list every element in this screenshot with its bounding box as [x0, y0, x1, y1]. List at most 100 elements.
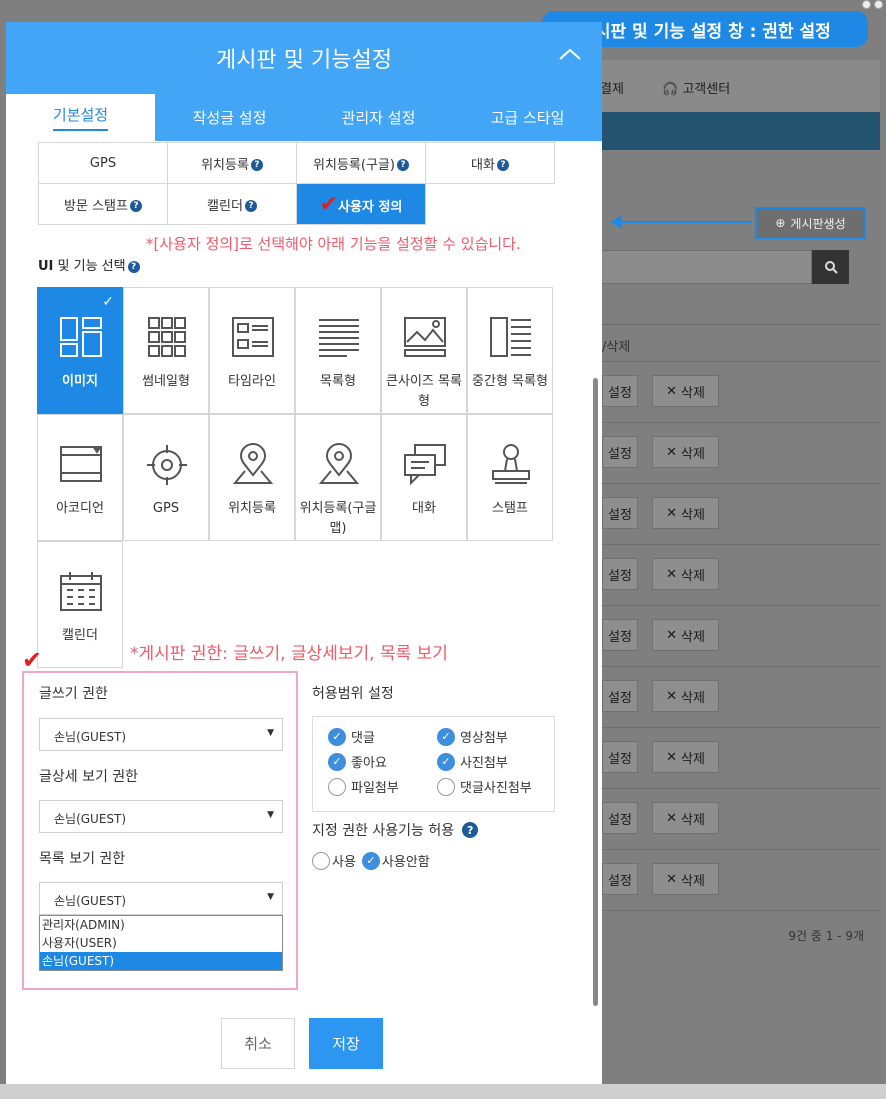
help-icon[interactable]: ?	[127, 260, 140, 273]
row-delete-button[interactable]: ✕ 삭제	[652, 375, 719, 407]
row-setting-button[interactable]: 설정	[602, 436, 638, 468]
feature-location-google[interactable]: 위치등록(구글)?	[296, 142, 426, 184]
option-admin[interactable]: 관리자(ADMIN)	[40, 916, 282, 934]
scope-checkbox[interactable]: 파일첨부	[328, 777, 399, 796]
close-icon: ✕	[666, 627, 677, 643]
row-delete-button[interactable]: ✕ 삭제	[652, 436, 719, 468]
row-setting-button[interactable]: 설정	[602, 802, 638, 834]
medium-list-icon	[490, 317, 531, 357]
row-delete-button[interactable]: ✕ 삭제	[652, 619, 719, 651]
row-setting-button[interactable]: 설정	[602, 741, 638, 773]
ui-tile[interactable]: 위치등록	[209, 414, 295, 541]
list-permission-select[interactable]: 손님(GUEST) ▼	[39, 882, 283, 915]
cancel-button[interactable]: 취소	[221, 1018, 295, 1069]
save-button[interactable]: 저장	[309, 1018, 383, 1069]
ui-tile-label: 위치등록(구글맵)	[299, 501, 377, 536]
help-icon[interactable]: ?	[250, 159, 263, 171]
write-permission-select[interactable]: 손님(GUEST) ▼	[39, 718, 283, 751]
callout-arrow	[610, 215, 752, 229]
tab-admin-settings[interactable]: 관리자 설정	[304, 94, 453, 141]
ui-tile[interactable]: 큰사이즈 목록형	[381, 287, 467, 414]
feature-chat[interactable]: 대화?	[425, 142, 555, 184]
background-row: 설정 ✕ 삭제	[590, 667, 880, 728]
ui-tile-label: 캘린더	[62, 628, 98, 643]
radio-use[interactable]	[312, 851, 330, 870]
nav-payment[interactable]: 결제	[600, 78, 624, 97]
row-delete-button[interactable]: ✕ 삭제	[652, 802, 719, 834]
ui-tile[interactable]: ✓ 이미지	[37, 287, 123, 414]
ui-tile[interactable]: 위치등록(구글맵)	[295, 414, 381, 541]
background-row: 설정 ✕ 삭제	[590, 728, 880, 789]
scope-checkbox[interactable]: ✓ 영상첨부	[437, 727, 508, 746]
help-icon[interactable]: ?	[462, 822, 479, 838]
help-icon[interactable]: ?	[129, 200, 142, 212]
feature-gps[interactable]: GPS	[38, 142, 168, 184]
tab-post-settings[interactable]: 작성글 설정	[155, 94, 304, 141]
row-delete-button[interactable]: ✕ 삭제	[652, 680, 719, 712]
create-board-label: 게시판생성	[790, 216, 846, 231]
feature-visit-stamp[interactable]: 방문 스탬프?	[38, 183, 168, 225]
row-delete-button[interactable]: ✕ 삭제	[652, 497, 719, 529]
red-check-icon: ✔	[22, 646, 43, 674]
write-permission-label: 글쓰기 권한	[39, 686, 108, 702]
scope-checkbox[interactable]: ✓ 사진첨부	[437, 752, 508, 771]
ui-tile-label: 중간형 목록형	[472, 374, 548, 389]
background-search-input[interactable]	[600, 250, 812, 284]
caret-down-icon: ▼	[267, 892, 274, 902]
row-delete-button[interactable]: ✕ 삭제	[652, 741, 719, 773]
help-icon[interactable]: ?	[396, 159, 409, 171]
close-icon: ✕	[666, 749, 677, 765]
ui-section-title: UI 및 기능 선택?	[38, 255, 140, 274]
row-setting-button[interactable]: 설정	[602, 497, 638, 529]
feature-calendar[interactable]: 캘린더?	[167, 183, 297, 225]
feature-type-table: GPS 위치등록? 위치등록(구글)? 대화? 방문 스탬프? 캘린더? ✔사용…	[38, 142, 555, 225]
ui-tile-label: 위치등록	[228, 501, 276, 516]
row-setting-button[interactable]: 설정	[602, 619, 638, 651]
ui-tile[interactable]: GPS	[123, 414, 209, 541]
ui-tile[interactable]: 타임라인	[209, 287, 295, 414]
background-column-header: /삭제	[590, 324, 880, 362]
scope-checkbox[interactable]: ✓ 댓글	[328, 727, 375, 746]
scrollbar[interactable]	[593, 378, 598, 1006]
option-user[interactable]: 사용자(USER)	[40, 934, 282, 952]
background-search-button[interactable]	[812, 250, 849, 284]
ui-tile-label: 썸네일형	[142, 374, 190, 389]
ui-tile[interactable]: 스탬프	[467, 414, 553, 541]
scope-checkbox[interactable]: ✓ 좋아요	[328, 752, 387, 771]
close-icon: ✕	[666, 688, 677, 704]
write-permission-value: 손님(GUEST)	[54, 730, 127, 744]
scope-checkbox-label: 좋아요	[351, 756, 387, 771]
row-setting-button[interactable]: 설정	[602, 863, 638, 895]
row-setting-button[interactable]: 설정	[602, 680, 638, 712]
feature-location[interactable]: 위치등록?	[167, 142, 297, 184]
row-delete-button[interactable]: ✕ 삭제	[652, 863, 719, 895]
help-icon[interactable]: ?	[244, 200, 257, 212]
ui-tile[interactable]: 중간형 목록형	[467, 287, 553, 414]
collapse-icon[interactable]	[556, 40, 584, 68]
option-guest[interactable]: 손님(GUEST)	[40, 952, 282, 970]
assign-radio-group: 사용 ✓ 사용안함	[312, 851, 430, 870]
create-board-button[interactable]: ⊕ 게시판생성	[755, 207, 866, 239]
background-row: 설정 ✕ 삭제	[590, 484, 880, 545]
scope-checkbox[interactable]: 댓글사진첨부	[437, 777, 532, 796]
radio-not-use-label: 사용안함	[381, 855, 430, 870]
row-setting-button[interactable]: 설정	[602, 375, 638, 407]
check-circle-icon: ✓	[437, 727, 455, 746]
tab-basic-settings[interactable]: 기본설정	[6, 94, 155, 141]
detail-permission-select[interactable]: 손님(GUEST) ▼	[39, 800, 283, 833]
row-delete-button[interactable]: ✕ 삭제	[652, 558, 719, 590]
ui-tile[interactable]: 아코디언	[37, 414, 123, 541]
ui-tile[interactable]: 목록형	[295, 287, 381, 414]
row-setting-button[interactable]: 설정	[602, 558, 638, 590]
check-circle-icon	[328, 777, 346, 796]
ui-tile[interactable]: 썸네일형	[123, 287, 209, 414]
radio-not-use[interactable]: ✓	[361, 851, 380, 870]
help-icon[interactable]: ?	[496, 159, 509, 171]
ui-tile[interactable]: 대화	[381, 414, 467, 541]
accordion-icon	[60, 446, 102, 482]
ui-tile[interactable]: 캘린더	[37, 541, 123, 668]
feature-custom[interactable]: ✔사용자 정의	[296, 183, 426, 225]
tab-advanced-style[interactable]: 고급 스타일	[453, 94, 602, 141]
nav-support[interactable]: 🎧 고객센터	[662, 78, 730, 97]
permission-dropdown: 관리자(ADMIN) 사용자(USER) 손님(GUEST)	[39, 915, 283, 971]
